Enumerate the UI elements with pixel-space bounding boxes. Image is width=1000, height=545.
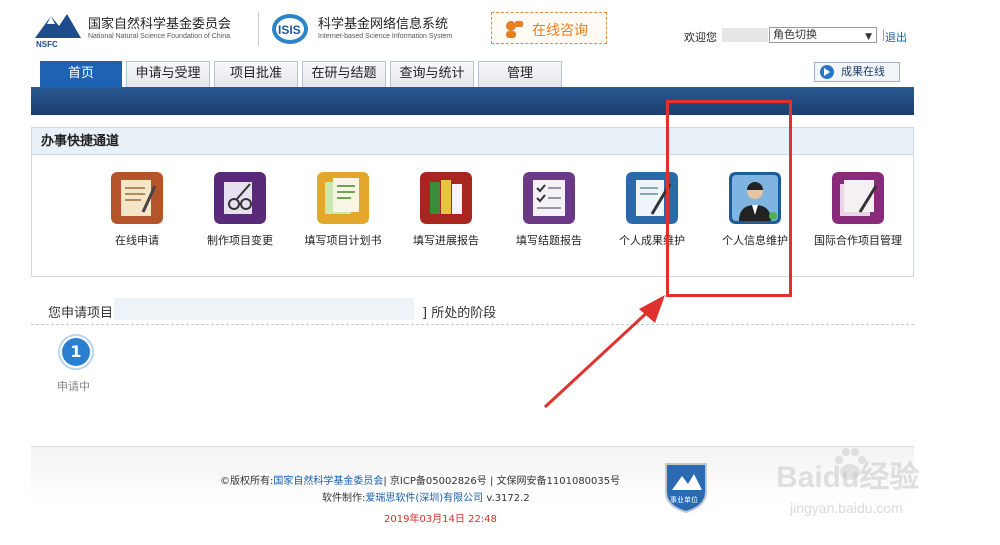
- footer-copyright: ©版权所有:国家自然科学基金委员会| 京ICP备05002826号 | 文保网安…: [220, 472, 620, 487]
- logout-link[interactable]: 退出: [885, 29, 907, 45]
- highlight-box: [666, 100, 792, 297]
- tab-home[interactable]: 首页: [40, 61, 122, 87]
- tab-manage[interactable]: 管理: [478, 61, 562, 87]
- copyright-prefix: ©版权所有:: [220, 476, 274, 487]
- isis-logo-text: ISIS: [278, 23, 301, 37]
- footer-datetime: 2019年03月14日 22:48: [384, 514, 497, 525]
- footer-software: 软件制作:爱瑞思软件(深圳)有限公司 v.3172.2: [322, 489, 530, 504]
- edit-cut-icon: [214, 172, 266, 224]
- copyright-owner-link[interactable]: 国家自然科学基金委员会: [273, 476, 383, 487]
- system-name-en: Internet-based Science Information Syste…: [318, 33, 453, 40]
- shortcut-label: 国际合作项目管理: [814, 234, 902, 247]
- project-stage-prefix: 您申请项目: [48, 306, 114, 321]
- tab-query[interactable]: 查询与统计: [390, 61, 474, 87]
- shortcut-label: 填写进展报告: [413, 234, 479, 247]
- role-select-value: 角色切换: [773, 28, 817, 41]
- role-switch-select[interactable]: 角色切换 ▼: [769, 27, 877, 43]
- org-name-en: National Natural Science Foundation of C…: [88, 33, 231, 40]
- header: NSFC 国家自然科学基金委员会 National Natural Scienc…: [0, 0, 1000, 58]
- stage-step-circle: 1: [58, 334, 94, 370]
- project-name-redacted: [114, 298, 414, 320]
- watermark-url: jingyan.baidu.com: [790, 500, 903, 516]
- badge-label: 事业单位: [670, 495, 698, 504]
- welcome-text: 欢迎您: [684, 31, 717, 44]
- org-name: 国家自然科学基金委员会: [88, 17, 232, 32]
- software-prefix: 软件制作:: [322, 493, 366, 504]
- tab-approval[interactable]: 项目批准: [214, 61, 298, 87]
- isis-logo-icon[interactable]: ISIS: [270, 12, 310, 46]
- shortcut-progress-report[interactable]: 填写进展报告: [394, 172, 498, 252]
- stage-step-label: 申请中: [57, 380, 90, 393]
- main-tabs: 首页 申请与受理 项目批准 在研与结题 查询与统计 管理: [40, 61, 566, 87]
- shortcut-final-report[interactable]: 填写结题报告: [497, 172, 601, 252]
- shortcut-label: 填写项目计划书: [304, 234, 382, 247]
- documents-icon: [317, 172, 369, 224]
- shortcut-label: 填写结题报告: [516, 234, 582, 247]
- online-consult-button[interactable]: 在线咨询: [491, 12, 607, 44]
- watermark-brand: Baidu经验: [776, 461, 920, 494]
- stage-divider: [31, 324, 914, 325]
- username-redacted: [722, 28, 768, 42]
- tab-ongoing[interactable]: 在研与结题: [302, 61, 386, 87]
- public-institution-badge-icon[interactable]: 事业单位: [662, 460, 710, 514]
- play-arrow-icon: [820, 65, 834, 79]
- page: NSFC 国家自然科学基金委员会 National Natural Scienc…: [0, 0, 1000, 545]
- nsfc-abbr: NSFC: [36, 40, 58, 48]
- chat-person-icon: [506, 21, 523, 38]
- software-version: v.3172.2: [486, 493, 530, 504]
- dropdown-arrow-icon: ▼: [865, 32, 872, 42]
- system-name: 科学基金网络信息系统: [318, 17, 449, 32]
- checklist-icon: [523, 172, 575, 224]
- shortcut-label: 在线申请: [115, 234, 159, 247]
- shortcut-label: 制作项目变更: [207, 234, 273, 247]
- software-vendor-link[interactable]: 爱瑞思软件(深圳)有限公司: [365, 493, 483, 504]
- project-stage-suffix: ] 所处的阶段: [422, 306, 497, 321]
- header-divider: [258, 12, 259, 46]
- stage-step-number: 1: [62, 338, 90, 366]
- shortcut-project-change[interactable]: 制作项目变更: [188, 172, 292, 252]
- red-arrow-annotation: [543, 295, 665, 409]
- logout-separator: [883, 29, 884, 41]
- icp-text: | 京ICP备05002826号 | 文保网安备1101080035号: [383, 476, 621, 487]
- folder-pen-icon: [832, 172, 884, 224]
- achievement-online-button[interactable]: 成果在线: [814, 62, 900, 82]
- notepad-icon: [111, 172, 163, 224]
- shortcut-online-apply[interactable]: 在线申请: [85, 172, 189, 252]
- report-books-icon: [420, 172, 472, 224]
- consult-label: 在线咨询: [532, 23, 588, 39]
- tab-apply[interactable]: 申请与受理: [126, 61, 210, 87]
- achievement-label: 成果在线: [841, 65, 885, 78]
- shortcut-intl-cooperation[interactable]: 国际合作项目管理: [806, 172, 910, 252]
- shortcut-plan-book[interactable]: 填写项目计划书: [291, 172, 395, 252]
- nsfc-logo-icon[interactable]: NSFC: [33, 12, 83, 48]
